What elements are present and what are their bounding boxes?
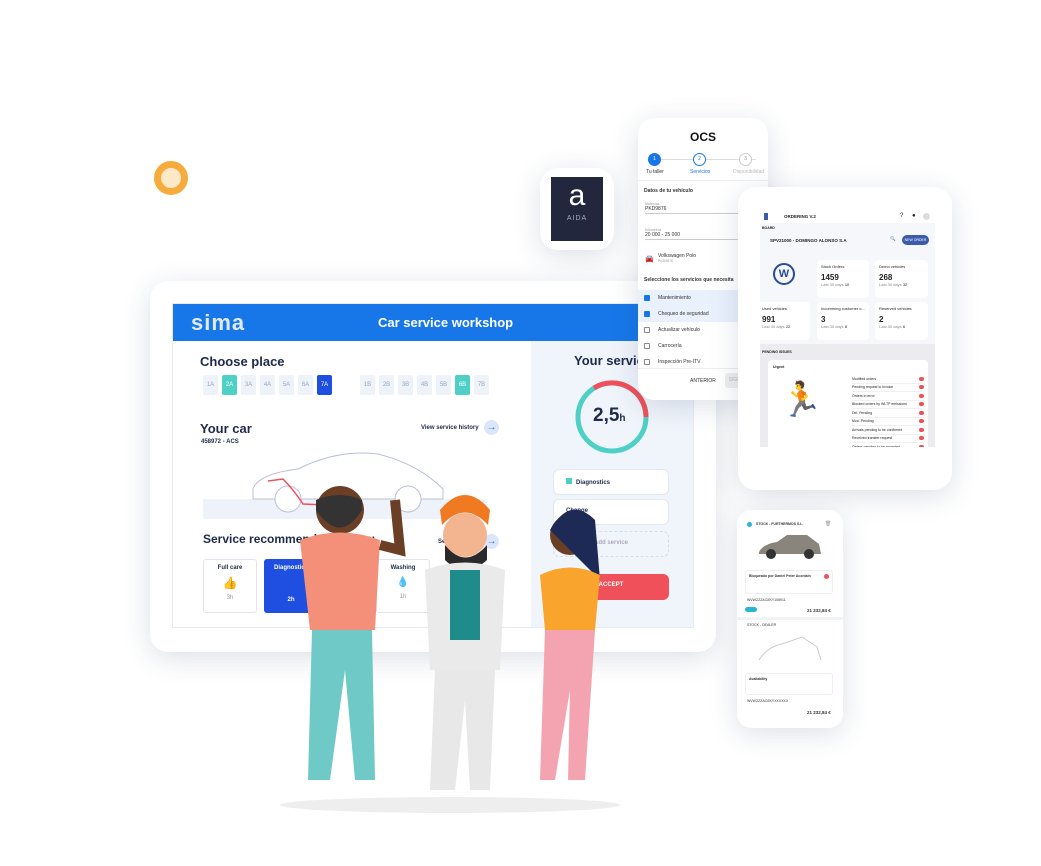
vin: WVWZZZAOZKY108911 xyxy=(747,598,786,602)
card-time: 3h xyxy=(226,595,234,601)
slot-3b[interactable]: 3B xyxy=(398,375,413,395)
runner-illustration: 🏃 xyxy=(780,381,823,419)
slot-4b[interactable]: 4B xyxy=(417,375,432,395)
step-label: Tu taller xyxy=(646,169,664,175)
breadcrumb: BOARD xyxy=(762,226,775,230)
car-icon: 🚘 xyxy=(645,256,654,263)
car-sketch xyxy=(758,636,822,661)
stock-header: STOCK - FURTHERMOS S.L. xyxy=(756,522,804,526)
previous-button[interactable]: ANTERIOR xyxy=(690,378,716,384)
aida-app-tile: a AIDA xyxy=(540,168,614,250)
slot-5a[interactable]: 5A xyxy=(279,375,294,395)
people-illustration xyxy=(280,486,620,813)
trash-icon[interactable]: 🗑 xyxy=(825,521,831,527)
help-icon[interactable]: ? xyxy=(900,213,903,219)
issue-row[interactable]: Received transfer request xyxy=(852,435,924,443)
issue-badge xyxy=(919,410,924,415)
slot-7b[interactable]: 7B xyxy=(474,375,489,395)
card-label: Full care xyxy=(217,565,243,571)
availability-card: Availability xyxy=(745,673,833,695)
issue-row[interactable]: Orders pending to be accepted xyxy=(852,443,924,447)
bell-icon[interactable]: ● xyxy=(912,213,916,219)
app-header: sima Car service workshop xyxy=(173,304,693,341)
slot-2b[interactable]: 2B xyxy=(379,375,394,395)
price: 21 232,84 € xyxy=(807,710,831,715)
car-model: Volkswagen Polo PKD9876 xyxy=(658,253,697,263)
vin: WVWZZZAOZKYXXXXXX xyxy=(747,699,789,703)
stock-note: Bloqueado por Daniel Peter Acontain xyxy=(745,570,833,594)
car-photo xyxy=(759,535,821,559)
urgent-label: Urgent xyxy=(773,365,785,369)
step-3[interactable]: 3 xyxy=(739,153,752,166)
issues-list: Modified orders Pending request to invoic… xyxy=(852,375,924,447)
slot-2a[interactable]: 2A xyxy=(222,375,237,395)
stat-stock-orders[interactable]: Stock Orders 1459 Last 30 days 10 xyxy=(817,260,869,298)
step-label: Servicios xyxy=(690,169,711,175)
choose-place-heading: Choose place xyxy=(200,354,285,369)
ordering-screen: ORDERING V.2 ? ● BOARD SPV21000 - DOMING… xyxy=(760,210,935,447)
decorative-ring xyxy=(154,161,188,195)
stock-phone: STOCK - FURTHERMOS S.L. 🗑 Bloqueado por … xyxy=(737,510,843,728)
aida-logo[interactable]: a AIDA xyxy=(551,177,603,241)
ordering-title: ORDERING V.2 xyxy=(784,214,816,219)
slot-1a[interactable]: 1A xyxy=(203,375,218,395)
issue-badge xyxy=(919,385,924,390)
issue-badge xyxy=(919,436,924,441)
avatar[interactable] xyxy=(923,213,930,220)
issue-row[interactable]: Pending request to invoice xyxy=(852,384,924,392)
price: 21 232,84 € xyxy=(807,608,831,613)
ocs-title: OCS xyxy=(689,130,716,144)
search-icon[interactable]: 🔍 xyxy=(890,236,896,242)
slot-3a[interactable]: 3A xyxy=(241,375,256,395)
slot-6a[interactable]: 6A xyxy=(298,375,313,395)
step-1[interactable]: 1 xyxy=(648,153,661,166)
section-title: STOCK - DEALER xyxy=(747,623,777,627)
slot-7a[interactable]: 7A xyxy=(317,375,332,395)
slot-4a[interactable]: 4A xyxy=(260,375,275,395)
slot-5b[interactable]: 5B xyxy=(436,375,451,395)
car-id: 458972 - ACS xyxy=(201,439,239,445)
issue-badge xyxy=(919,393,924,398)
ordering-tablet: ORDERING V.2 ? ● BOARD SPV21000 - DOMING… xyxy=(738,187,952,490)
your-car-heading: Your car xyxy=(200,421,252,436)
stat-incoming-customer-orders[interactable]: Incomming customer o... 3 Last 30 days 8 xyxy=(817,302,869,340)
view-history-link[interactable]: View service history xyxy=(421,425,479,431)
new-order-button[interactable]: NEW ORDER xyxy=(902,235,929,245)
issue-badge xyxy=(919,427,924,432)
issue-row[interactable]: Arrivals pending to be confirmed xyxy=(852,426,924,435)
issue-row[interactable]: Blocked orders by WLTP emissions xyxy=(852,401,924,409)
app-title: Car service workshop xyxy=(378,315,514,330)
issue-badge xyxy=(919,376,924,381)
slots-row-a: 1A 2A 3A 4A 5A 6A 7A xyxy=(203,375,332,395)
slot-1b[interactable]: 1B xyxy=(360,375,375,395)
vehicle-section-title: Datos de tu vehículo xyxy=(644,188,693,194)
issue-badge xyxy=(919,402,924,407)
slot-6b[interactable]: 6B xyxy=(455,375,470,395)
stat-used-vehicles[interactable]: Used vehicles 991 Last 30 days 22 xyxy=(760,302,810,340)
slots-row-b: 1B 2B 3B 4B 5B 6B 7B xyxy=(360,375,489,395)
services-section-title: Seleccione los servicios que necesita xyxy=(644,277,734,283)
arrow-right-icon[interactable]: → xyxy=(484,420,499,435)
pending-issues-card: Urgent 🏃 Modified orders Pending request … xyxy=(768,360,928,447)
vw-logo: W xyxy=(773,263,795,285)
sima-logo: sima xyxy=(191,310,246,335)
stat-demo-vehicles[interactable]: Demo vehicles 268 Last 30 days 32 xyxy=(875,260,928,298)
thumbs-up-icon: 👍 xyxy=(222,576,238,590)
issue-row[interactable]: Modified orders xyxy=(852,375,924,384)
service-card-full-care[interactable]: Full care 👍 3h xyxy=(203,559,257,613)
issue-row[interactable]: Del. Pending xyxy=(852,409,924,418)
step-label: Disponibilidad xyxy=(733,169,765,175)
issue-row[interactable]: Mod. Pending xyxy=(852,418,924,426)
issue-badge xyxy=(919,444,924,447)
dealer-name: SPV21000 - DOMINGO ALONSO S.A xyxy=(770,238,847,243)
pending-issues-title: PENDING ISSUES xyxy=(762,350,792,354)
issue-badge xyxy=(919,419,924,424)
duration-value: 2,5h xyxy=(593,405,626,426)
issue-row[interactable]: Orders in error xyxy=(852,392,924,401)
stat-reserved-vehicles[interactable]: Reserved vehicles 2 Last 30 days 6 xyxy=(875,302,928,340)
step-2[interactable]: 2 xyxy=(693,153,706,166)
